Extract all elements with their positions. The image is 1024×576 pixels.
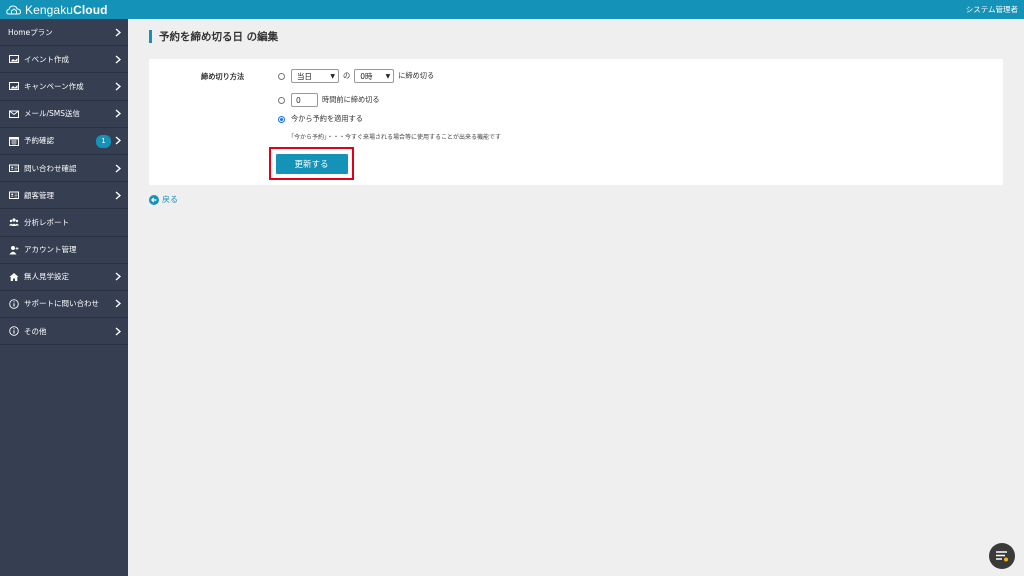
chevron-right-icon: [114, 163, 122, 173]
user-name[interactable]: システム管理者: [966, 4, 1018, 15]
sidebar-item-reservations[interactable]: 予約確認 1: [0, 128, 128, 155]
back-link[interactable]: 戻る: [149, 194, 178, 205]
home-icon: [8, 271, 19, 282]
chevron-down-icon: ▼: [330, 72, 335, 80]
chevron-right-icon: [114, 299, 122, 309]
chevron-right-icon: [114, 326, 122, 336]
sidebar-item-analytics[interactable]: 分析レポート: [0, 209, 128, 237]
page-title: 予約を締め切る日 の編集: [159, 31, 279, 43]
sidebar-item-account[interactable]: アカウント管理: [0, 237, 128, 264]
radio-apply-now[interactable]: [278, 115, 285, 123]
chevron-right-icon: [114, 54, 122, 64]
cloud-house-logo-icon: [6, 4, 22, 14]
chevron-right-icon: [114, 136, 122, 146]
sidebar-item-other[interactable]: その他: [0, 318, 128, 346]
logo-suffix: Cloud: [73, 2, 108, 17]
image-icon: [8, 81, 19, 92]
hours-before-input[interactable]: 0: [291, 93, 318, 107]
highlight-box: 更新する: [269, 147, 354, 180]
sidebar-item-campaign-create[interactable]: キャンペーン作成: [0, 73, 128, 101]
chevron-right-icon: [114, 272, 122, 282]
sidebar-item-label: 問い合わせ確認: [24, 163, 77, 173]
back-link-label: 戻る: [162, 195, 178, 204]
info-icon: [8, 298, 19, 309]
id-card-icon: [8, 163, 19, 174]
radio-same-day[interactable]: [278, 72, 285, 80]
chevron-right-icon: [114, 109, 122, 119]
sidebar-item-label: アカウント管理: [24, 245, 77, 255]
hour-select[interactable]: 0時 ▼: [354, 69, 395, 83]
arrow-left-circle-icon: [149, 194, 159, 205]
radio-hours-before[interactable]: [278, 96, 285, 104]
page-header: 予約を締め切る日 の編集: [149, 29, 278, 44]
users-icon: [8, 217, 19, 228]
floating-menu-button[interactable]: [989, 543, 1015, 569]
update-button[interactable]: 更新する: [275, 153, 348, 174]
option-now-row: 今から予約を適用する: [278, 114, 363, 124]
option-same-day-row: 当日 ▼ の 0時 ▼ に締め切る: [278, 69, 438, 83]
sidebar-item-support[interactable]: サポートに問い合わせ: [0, 291, 128, 319]
sidebar-item-home-plan[interactable]: Homeプラン: [0, 19, 128, 47]
sidebar-item-label: サポートに問い合わせ: [24, 299, 99, 309]
sidebar: Homeプラン イベント作成 キャンペーン作成 メール/SMS送信 予約確認 1…: [0, 19, 128, 576]
sidebar-item-label: メール/SMS送信: [24, 109, 81, 119]
connector-text: の: [343, 71, 351, 80]
hour-select-value: 0時: [360, 71, 373, 81]
sidebar-item-label: 無人見学設定: [24, 272, 69, 282]
sidebar-item-label: 分析レポート: [24, 217, 69, 227]
sidebar-item-label: キャンペーン作成: [24, 81, 84, 91]
option-hours-before-row: 0 時間前に締め切る: [278, 93, 380, 107]
sidebar-item-label: その他: [24, 326, 47, 336]
sidebar-item-unmanned-tour[interactable]: 無人見学設定: [0, 264, 128, 291]
chevron-right-icon: [114, 190, 122, 200]
sidebar-item-label: 顧客管理: [24, 190, 54, 200]
sidebar-item-mail-sms[interactable]: メール/SMS送信: [0, 101, 128, 128]
sidebar-item-label: イベント作成: [24, 54, 69, 64]
id-card-icon: [8, 190, 19, 201]
mail-icon: [8, 108, 19, 119]
user-plus-icon: [8, 244, 19, 255]
sidebar-item-customers[interactable]: 顧客管理: [0, 182, 128, 210]
sidebar-item-inquiries[interactable]: 問い合わせ確認: [0, 155, 128, 183]
sidebar-item-label: Homeプラン: [8, 27, 53, 37]
chevron-right-icon: [114, 27, 122, 37]
kengaku-cloud-logo[interactable]: KengakuCloud: [6, 3, 108, 17]
option2-suffix: 時間前に締め切る: [322, 95, 380, 104]
calendar-icon: [8, 135, 19, 146]
chevron-right-icon: [114, 81, 122, 91]
deadline-method-label: 締め切り方法: [201, 72, 245, 81]
option1-suffix: に締め切る: [398, 71, 435, 80]
apply-now-note: 「今から予約」・・・今すぐ来場される場合等に使用することが出来る機能です: [288, 134, 502, 141]
title-accent-bar: [149, 30, 152, 43]
day-select-value: 当日: [297, 71, 312, 81]
menu-lines-icon: [996, 551, 1008, 562]
image-icon: [8, 54, 19, 65]
top-header: KengakuCloud システム管理者: [0, 0, 1024, 19]
notification-badge: 1: [96, 134, 111, 148]
day-select[interactable]: 当日 ▼: [291, 69, 339, 83]
logo-prefix: Kengaku: [25, 2, 74, 17]
option3-label: 今から予約を適用する: [291, 114, 363, 123]
main-content: 予約を締め切る日 の編集 締め切り方法 当日 ▼ の 0時 ▼ に締め切る 0 …: [128, 19, 1024, 576]
chevron-down-icon: ▼: [385, 72, 391, 80]
info-icon: [8, 326, 19, 337]
sidebar-item-event-create[interactable]: イベント作成: [0, 46, 128, 74]
